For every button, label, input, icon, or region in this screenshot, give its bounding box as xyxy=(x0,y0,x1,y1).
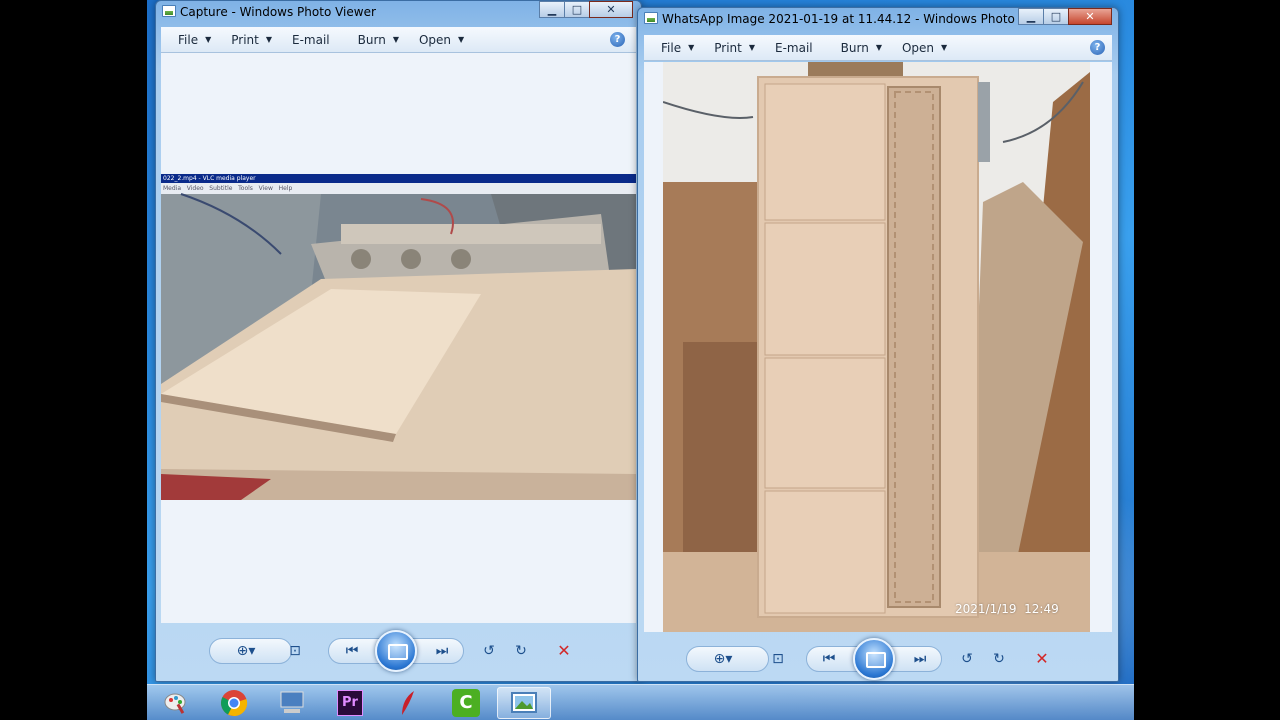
maximize-button[interactable]: □ xyxy=(1043,8,1069,25)
help-icon[interactable]: ? xyxy=(1090,40,1105,55)
delete-icon[interactable]: ✕ xyxy=(553,641,575,661)
capture-titlebar[interactable]: Capture - Windows Photo Viewer ▁ □ ✕ xyxy=(156,1,641,23)
menu-email[interactable]: E-mail xyxy=(292,33,330,47)
photo-viewer-icon-glyph xyxy=(511,692,537,713)
photo-viewer-app-icon xyxy=(644,12,658,24)
next-icon[interactable]: ⏭ xyxy=(909,649,931,669)
help-icon[interactable]: ? xyxy=(610,32,625,47)
capture-menubar: File ▼ Print ▼ E-mail Burn ▼ Open ▼ ? xyxy=(161,27,636,53)
window-title: WhatsApp Image 2021-01-19 at 11.44.12 - … xyxy=(662,12,1060,26)
camtasia-icon[interactable]: C xyxy=(439,687,493,719)
computer-icon-glyph xyxy=(280,691,304,713)
menu-print[interactable]: Print ▼ xyxy=(714,41,755,55)
menu-file[interactable]: File ▼ xyxy=(661,41,694,55)
whatsapp-window: WhatsApp Image 2021-01-19 at 11.44.12 - … xyxy=(637,7,1119,682)
menu-print[interactable]: Print ▼ xyxy=(231,33,272,47)
slideshow-icon[interactable] xyxy=(853,638,895,680)
previous-icon[interactable]: ⏮ xyxy=(818,649,840,669)
taskbar: Pr C xyxy=(147,684,1134,720)
rotate-left-icon[interactable]: ↺ xyxy=(956,649,978,669)
previous-icon[interactable]: ⏮ xyxy=(341,641,363,661)
rotate-left-icon[interactable]: ↺ xyxy=(478,641,500,661)
menu-open[interactable]: Open ▼ xyxy=(902,41,947,55)
desktop: Capture - Windows Photo Viewer ▁ □ ✕ Fil… xyxy=(147,0,1134,720)
actual-size-icon[interactable]: ⊡ xyxy=(284,641,306,661)
maximize-button[interactable]: □ xyxy=(564,1,590,18)
carved-door-image xyxy=(663,62,1090,632)
whatsapp-titlebar[interactable]: WhatsApp Image 2021-01-19 at 11.44.12 - … xyxy=(638,8,1118,30)
quill-app-icon[interactable] xyxy=(381,687,435,719)
close-button[interactable]: ✕ xyxy=(1068,8,1112,25)
delete-icon[interactable]: ✕ xyxy=(1031,649,1053,669)
capture-window: Capture - Windows Photo Viewer ▁ □ ✕ Fil… xyxy=(155,0,642,682)
slideshow-icon[interactable] xyxy=(375,630,417,672)
paint-app-icon-glyph xyxy=(164,693,186,714)
paint-app-icon[interactable] xyxy=(149,687,203,719)
menu-email[interactable]: E-mail xyxy=(775,41,813,55)
chrome-icon-glyph xyxy=(221,690,248,717)
vlc-menu-text: Media Video Subtitle Tools View Help xyxy=(163,185,293,192)
window-title: Capture - Windows Photo Viewer xyxy=(180,5,376,19)
whatsapp-menubar: File ▼ Print ▼ E-mail Burn ▼ Open ▼ ? xyxy=(644,35,1112,61)
rotate-right-icon[interactable]: ↻ xyxy=(510,641,532,661)
premiere-pro-icon[interactable]: Pr xyxy=(323,687,377,719)
zoom-icon[interactable]: ⊕▾ xyxy=(703,649,743,669)
next-icon[interactable]: ⏭ xyxy=(431,641,453,661)
close-button[interactable]: ✕ xyxy=(589,1,633,18)
whatsapp-image-area: 2021/1/19 12:49 xyxy=(644,62,1112,632)
menu-burn[interactable]: Burn ▼ xyxy=(841,41,882,55)
camtasia-badge: C xyxy=(452,689,480,717)
quill-icon-glyph xyxy=(402,691,414,715)
photo-viewer-app-icon xyxy=(162,5,176,17)
photo-timestamp: 2021/1/19 12:49 xyxy=(955,602,1059,616)
minimize-button[interactable]: ▁ xyxy=(539,1,565,18)
photo-viewer-icon[interactable] xyxy=(497,687,551,719)
menu-open[interactable]: Open ▼ xyxy=(419,33,464,47)
rotate-right-icon[interactable]: ↻ xyxy=(988,649,1010,669)
menu-burn[interactable]: Burn ▼ xyxy=(358,33,399,47)
premiere-pro-badge: Pr xyxy=(337,690,363,716)
cnc-machine-photo xyxy=(161,174,636,500)
menu-file[interactable]: File ▼ xyxy=(178,33,211,47)
minimize-button[interactable]: ▁ xyxy=(1018,8,1044,25)
capture-image-area: 022_2.mp4 - VLC media player Media Video… xyxy=(161,53,636,623)
chrome-icon[interactable] xyxy=(207,687,261,719)
actual-size-icon[interactable]: ⊡ xyxy=(767,649,789,669)
computer-icon[interactable] xyxy=(265,687,319,719)
zoom-icon[interactable]: ⊕▾ xyxy=(226,641,266,661)
vlc-screenshot-image: 022_2.mp4 - VLC media player Media Video… xyxy=(161,174,636,500)
door-photo: 2021/1/19 12:49 xyxy=(663,62,1090,632)
vlc-titlebar-text: 022_2.mp4 - VLC media player xyxy=(163,175,256,182)
